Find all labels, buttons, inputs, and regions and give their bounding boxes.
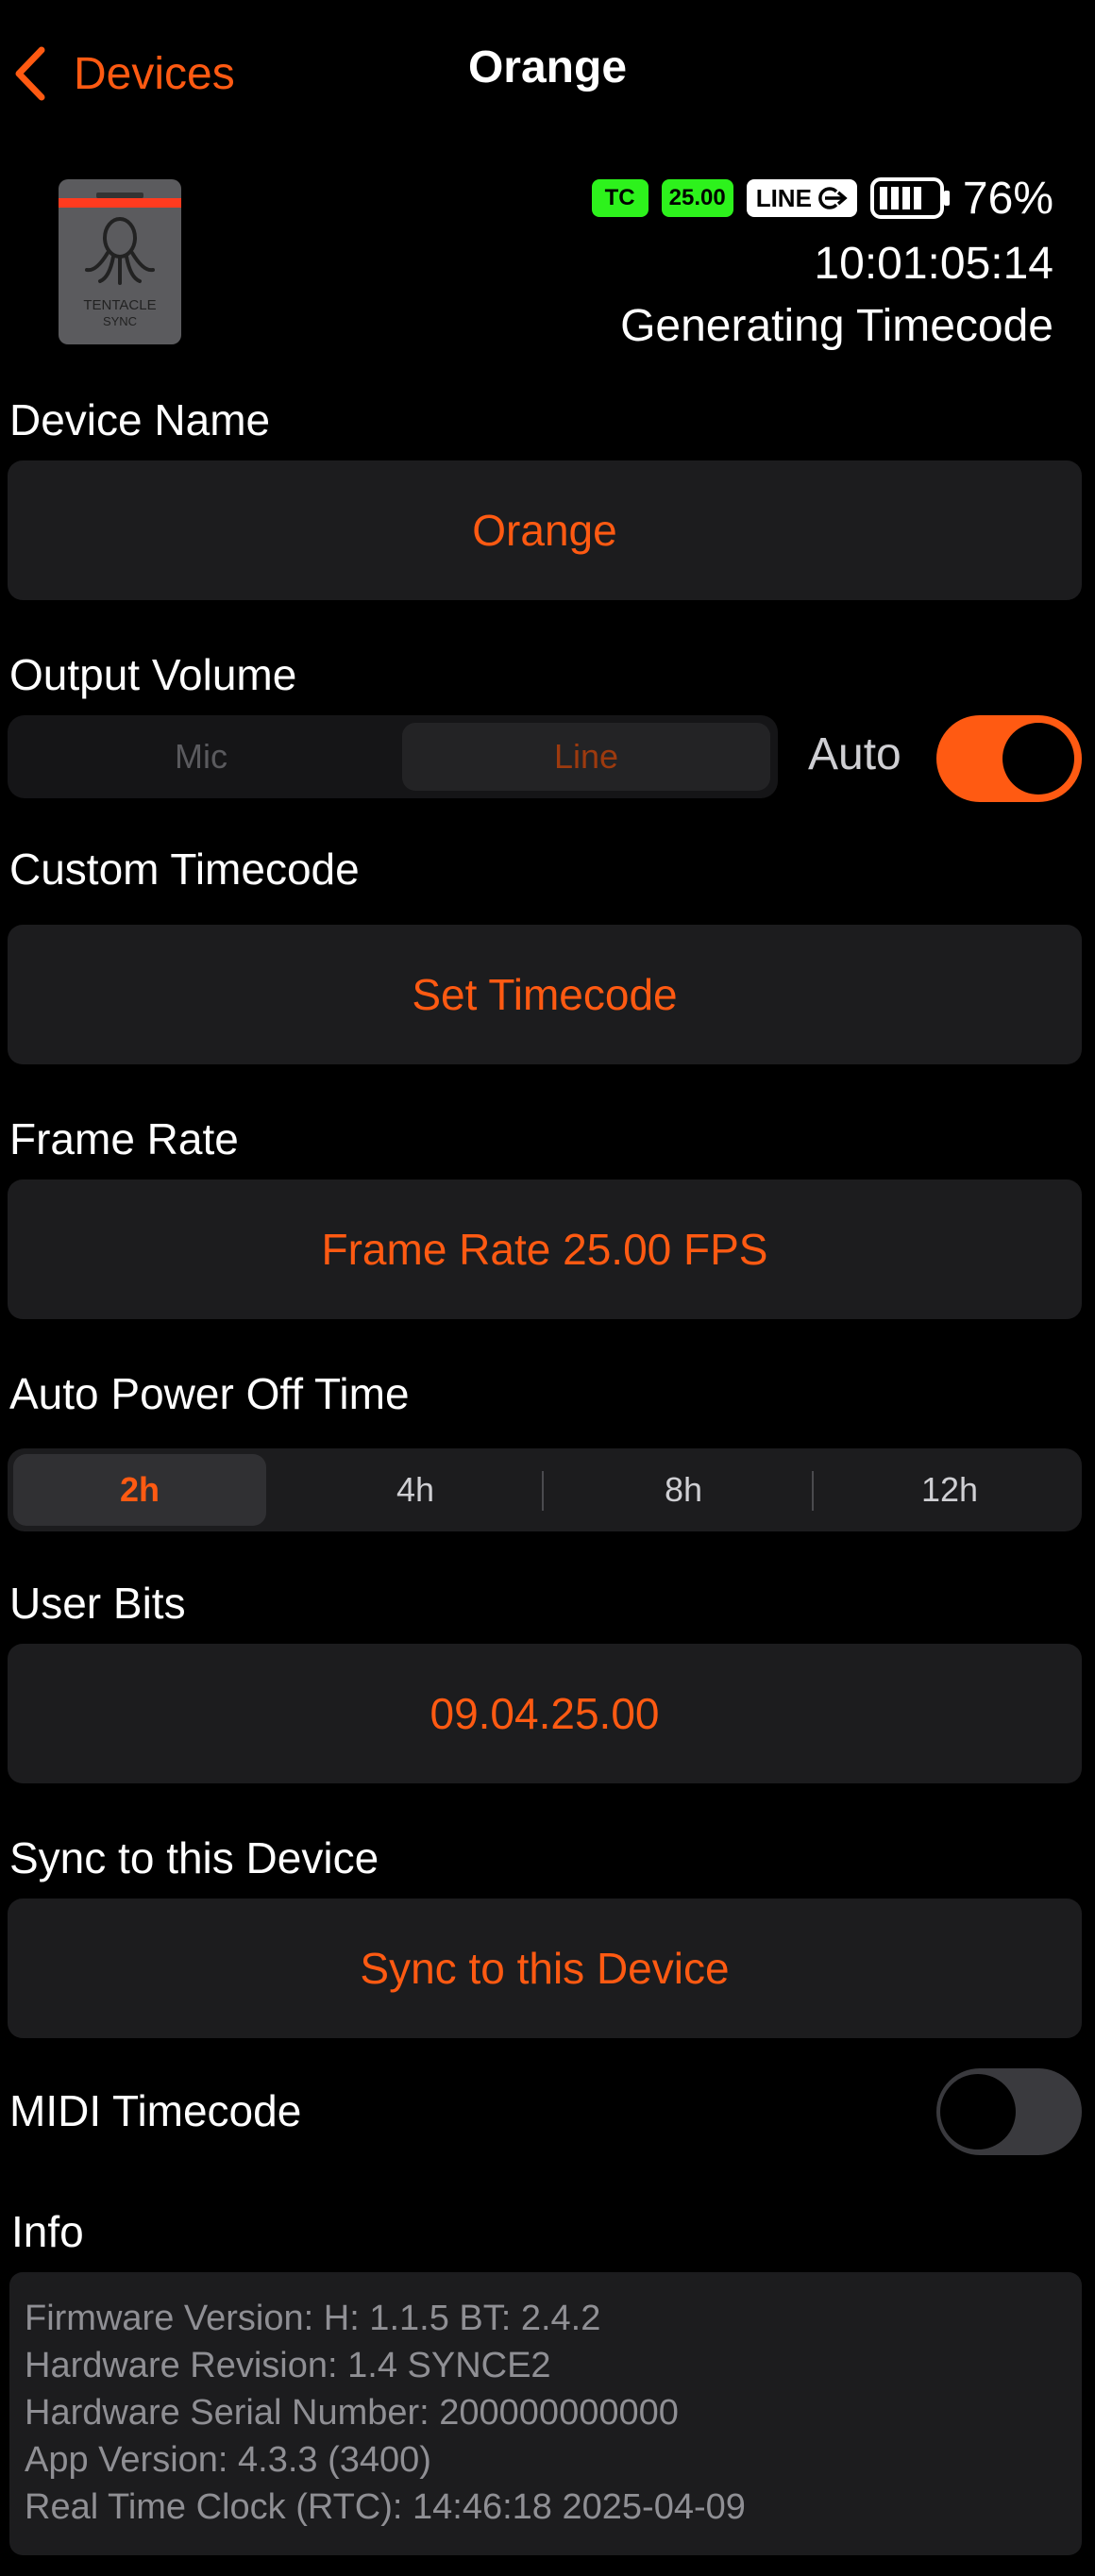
hardware-serial: Hardware Serial Number: 200000000000 xyxy=(25,2393,679,2433)
segment-8h[interactable]: 8h xyxy=(549,1448,817,1531)
sync-to-device-button[interactable]: Sync to this Device xyxy=(8,1899,1082,2038)
hardware-revision: Hardware Revision: 1.4 SYNCE2 xyxy=(25,2346,551,2385)
auto-label: Auto xyxy=(808,729,901,779)
midi-timecode-toggle[interactable] xyxy=(936,2068,1082,2155)
app-version: App Version: 4.3.3 (3400) xyxy=(25,2440,431,2480)
line-badge: LINE xyxy=(746,179,857,217)
user-bits-field[interactable]: 09.04.25.00 xyxy=(8,1644,1082,1783)
page-title: Orange xyxy=(467,42,628,92)
auto-power-off-label: Auto Power Off Time xyxy=(9,1369,410,1418)
battery-icon xyxy=(869,177,950,219)
line-out-icon xyxy=(818,187,848,209)
device-name-label: Device Name xyxy=(9,395,271,444)
segment-divider xyxy=(812,1471,814,1511)
logo-text-2: SYNC xyxy=(103,314,137,328)
sync-label: Sync to this Device xyxy=(9,1833,379,1882)
segment-12h[interactable]: 12h xyxy=(817,1448,1082,1531)
frame-rate-button[interactable]: Frame Rate 25.00 FPS xyxy=(8,1179,1082,1319)
segment-4h[interactable]: 4h xyxy=(281,1448,549,1531)
toggle-knob xyxy=(940,2074,1016,2149)
frame-rate-label: Frame Rate xyxy=(9,1114,239,1163)
auto-power-off-segmented: 2h 4h 8h 12h xyxy=(8,1448,1082,1531)
custom-timecode-label: Custom Timecode xyxy=(9,845,360,894)
segment-mic[interactable]: Mic xyxy=(8,715,395,798)
device-image: TENTACLE SYNC xyxy=(59,179,181,344)
tc-badge: TC xyxy=(591,179,649,217)
segment-2h[interactable]: 2h xyxy=(13,1448,266,1531)
generating-status: Generating Timecode xyxy=(620,301,1053,351)
toggle-knob xyxy=(1002,723,1074,795)
info-label: Info xyxy=(11,2207,84,2256)
midi-timecode-label: MIDI Timecode xyxy=(9,2086,302,2135)
device-name-field[interactable]: Orange xyxy=(8,460,1082,600)
timecode-display: 10:01:05:14 xyxy=(814,239,1053,289)
fps-badge: 25.00 xyxy=(661,179,733,217)
battery: 76% xyxy=(869,173,1053,225)
auto-toggle[interactable] xyxy=(936,715,1082,802)
output-volume-label: Output Volume xyxy=(9,650,297,699)
real-time-clock: Real Time Clock (RTC): 14:46:18 2025-04-… xyxy=(25,2487,746,2527)
status-row: TC 25.00 LINE 76% xyxy=(591,172,1053,225)
output-volume-segmented: Mic Line xyxy=(8,715,778,798)
info-box: Firmware Version: H: 1.1.5 BT: 2.4.2 Har… xyxy=(9,2272,1082,2555)
line-badge-label: LINE xyxy=(755,183,812,212)
battery-percent: 76% xyxy=(962,173,1053,224)
logo-text-1: TENTACLE xyxy=(83,297,156,313)
user-bits-label: User Bits xyxy=(9,1579,186,1628)
segment-line[interactable]: Line xyxy=(402,723,770,791)
firmware-version: Firmware Version: H: 1.1.5 BT: 2.4.2 xyxy=(25,2299,601,2338)
set-timecode-button[interactable]: Set Timecode xyxy=(8,925,1082,1064)
segment-divider xyxy=(542,1471,544,1511)
